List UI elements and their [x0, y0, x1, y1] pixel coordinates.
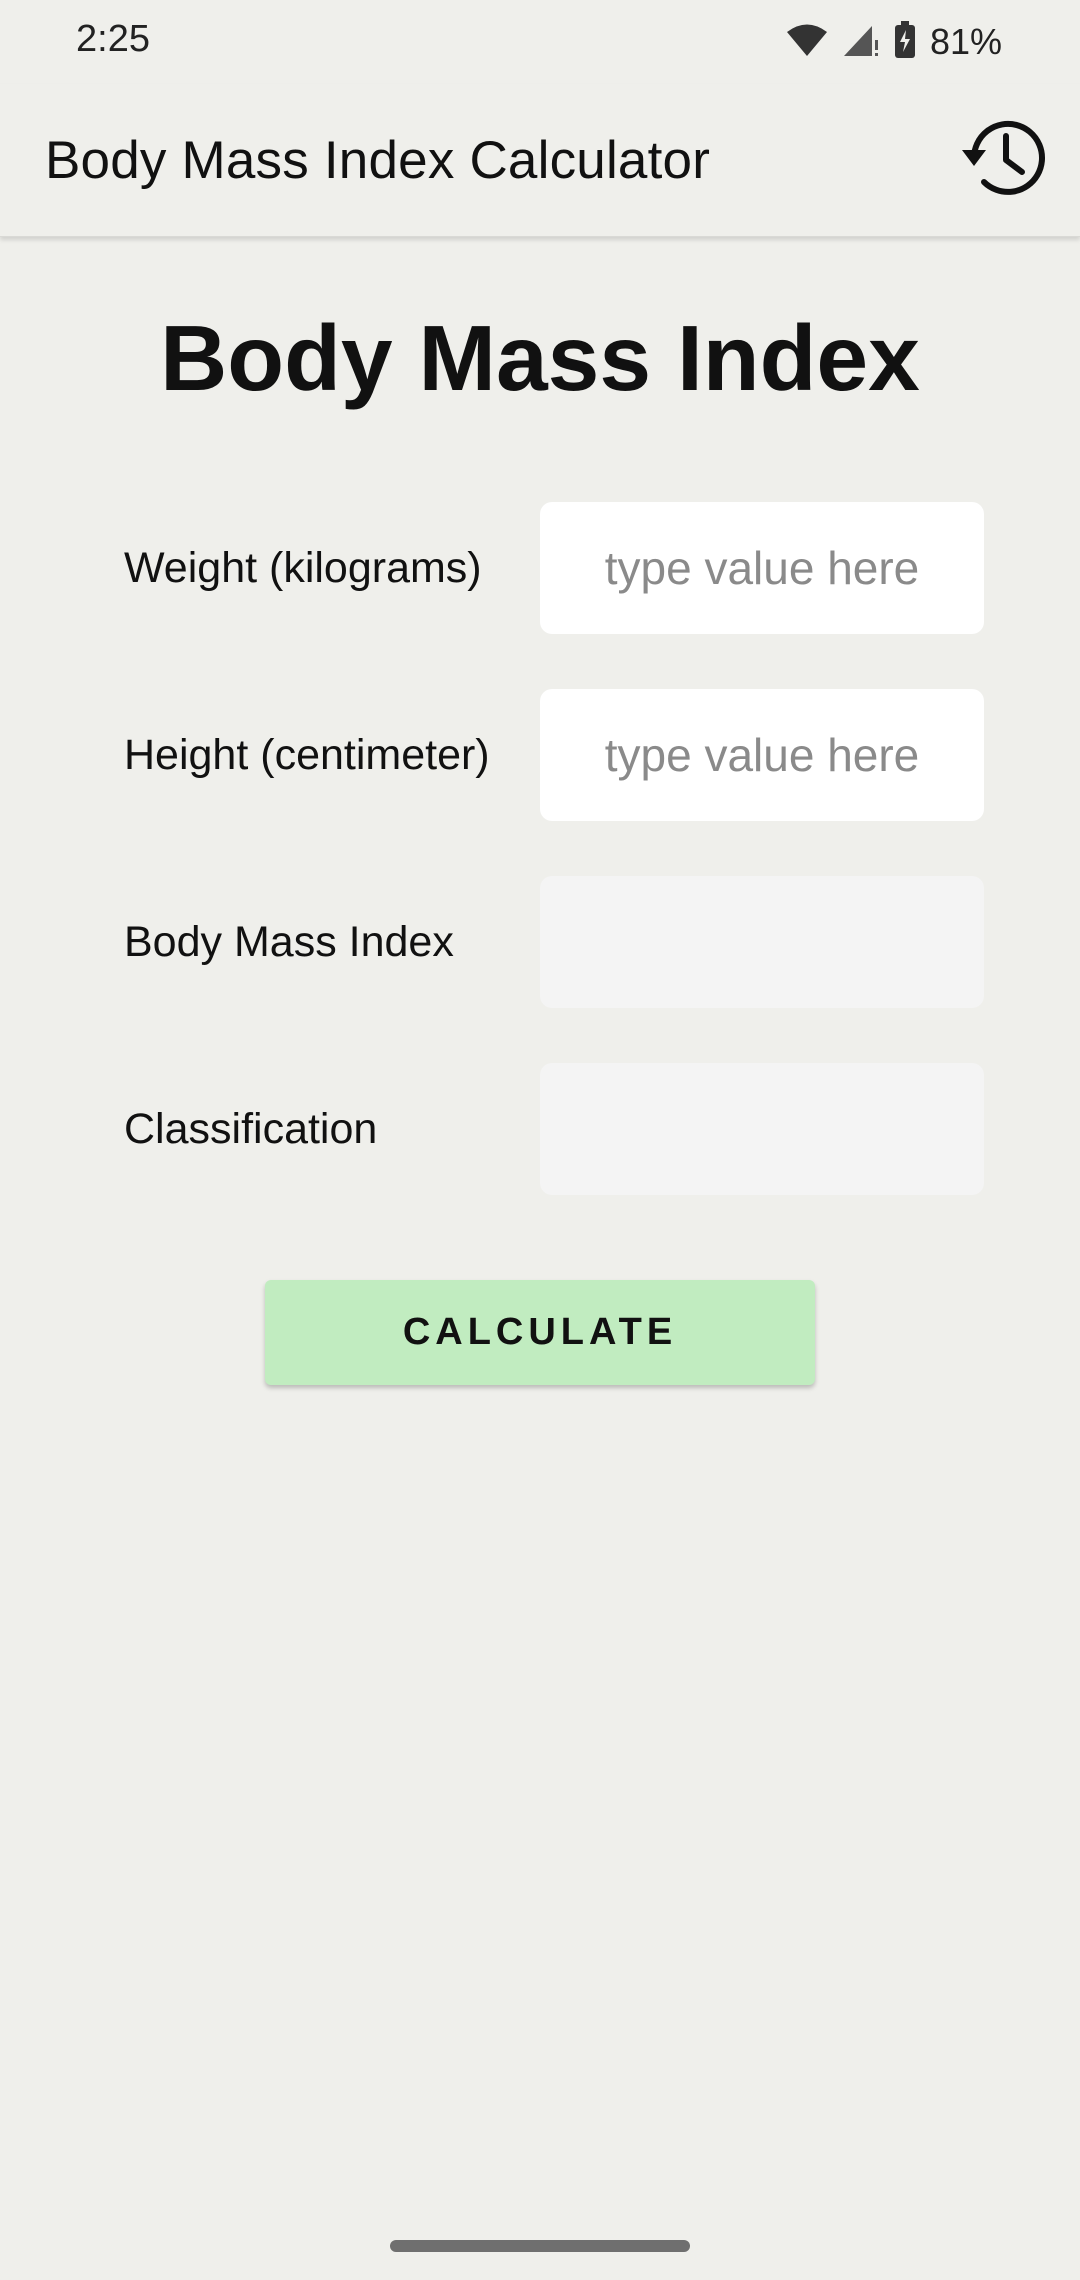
battery-charging-icon [894, 20, 916, 64]
bmi-label: Body Mass Index [124, 918, 454, 966]
wifi-icon [786, 23, 828, 62]
battery-percentage: 81% [929, 21, 1002, 62]
height-row: Height (centimeter) [124, 689, 984, 821]
weight-row: Weight (kilograms) [124, 502, 984, 634]
bmi-row: Body Mass Index [124, 876, 984, 1008]
app-bar: Body Mass Index Calculator [0, 84, 1080, 237]
home-indicator[interactable] [390, 2240, 690, 2252]
weight-input[interactable] [540, 502, 984, 634]
weight-label: Weight (kilograms) [124, 544, 482, 592]
classification-row: Classification [124, 1063, 984, 1195]
bmi-result-field [540, 876, 984, 1008]
height-input[interactable] [540, 689, 984, 821]
classification-result-field [540, 1063, 984, 1195]
height-label: Height (centimeter) [124, 731, 490, 779]
classification-label: Classification [124, 1105, 378, 1153]
history-button[interactable] [958, 114, 1050, 206]
page-title: Body Mass Index [160, 306, 920, 410]
status-bar: 2:25 81% [0, 0, 1080, 84]
history-icon [958, 112, 1050, 209]
signal-icon [842, 22, 880, 63]
calculate-button[interactable]: CALCULATE [265, 1280, 815, 1385]
status-time: 2:25 [76, 18, 150, 60]
app-title: Body Mass Index Calculator [45, 131, 711, 190]
status-icons: 81% [786, 20, 1002, 64]
